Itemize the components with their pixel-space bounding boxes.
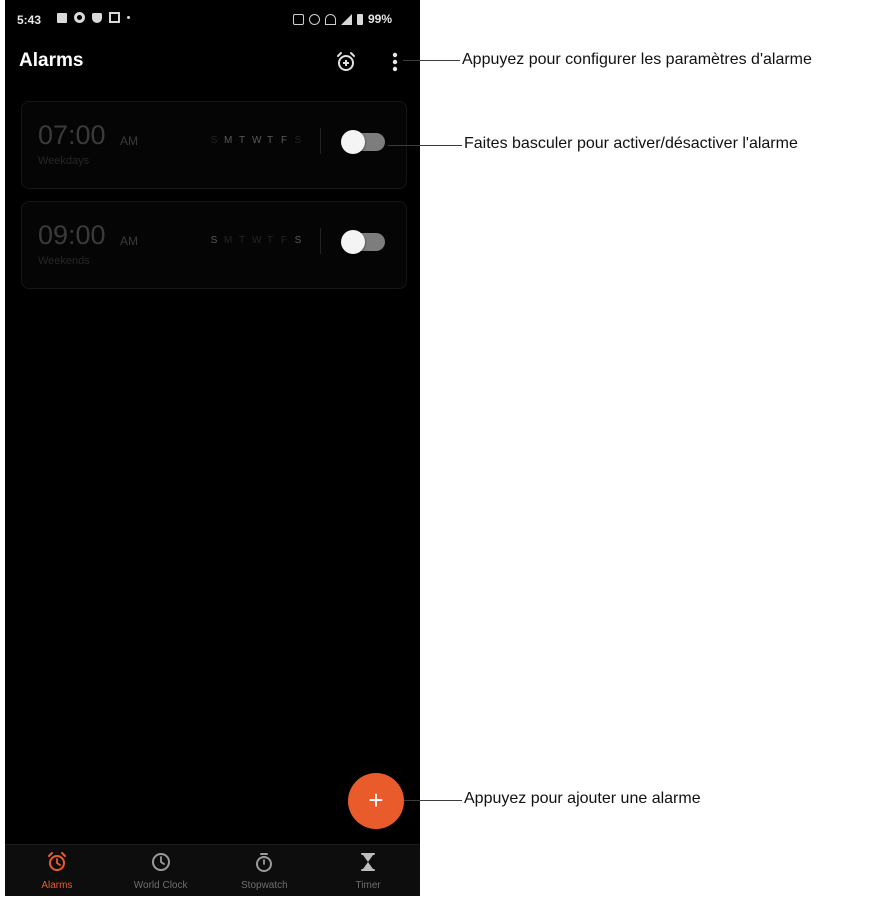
phone-screen: 5:43 99% Alarms 07:00 AM Weekdays S M T … — [5, 0, 420, 896]
alarm-label: Weekdays — [38, 155, 90, 167]
alarm-settings-icon — [337, 52, 355, 71]
nav-label: Stopwatch — [241, 880, 288, 891]
day-sunday: S — [210, 135, 218, 146]
stopwatch-icon — [256, 853, 273, 872]
callout-line-add — [404, 800, 462, 801]
day-sunday: S — [210, 235, 218, 246]
nav-item-stopwatch[interactable]: Stopwatch — [213, 845, 317, 896]
battery-icon — [356, 13, 363, 25]
day-wednesday: W — [252, 135, 262, 146]
clock-icon — [151, 853, 170, 871]
day-saturday: S — [294, 235, 302, 246]
alarm-toggle[interactable] — [341, 230, 387, 254]
card-divider — [320, 128, 321, 154]
more-options-button[interactable] — [387, 50, 403, 74]
more-vert-icon — [392, 52, 398, 72]
alarm-settings-button[interactable] — [334, 50, 358, 74]
callout-toggle: Faites basculer pour activer/désactiver … — [464, 135, 798, 152]
status-bar: 5:43 99% — [5, 0, 420, 40]
alarm-toggle[interactable] — [341, 130, 387, 154]
day-thursday: T — [266, 235, 274, 246]
nav-item-world-clock[interactable]: World Clock — [109, 845, 213, 896]
day-saturday: S — [294, 135, 302, 146]
dot-icon — [127, 16, 130, 19]
alarm-ampm: AM — [120, 234, 138, 248]
signal-icon — [340, 13, 352, 25]
day-tuesday: T — [238, 135, 246, 146]
callout-line-settings — [403, 60, 460, 61]
callout-settings: Appuyez pour configurer les paramètres d… — [462, 51, 812, 68]
nav-label: World Clock — [133, 880, 188, 891]
page-title: Alarms — [19, 50, 84, 71]
status-left-icons — [57, 12, 130, 23]
day-friday: F — [280, 135, 288, 146]
nav-label: Timer — [355, 880, 381, 891]
alarm-days: S M T W T F S — [210, 235, 302, 246]
photo-icon — [109, 12, 120, 23]
card-divider — [320, 228, 321, 254]
callout-line-toggle — [388, 145, 462, 146]
wifi-icon — [324, 13, 336, 25]
day-wednesday: W — [252, 235, 262, 246]
alarm-time: 09:00 — [38, 220, 106, 250]
vibrate-icon — [308, 13, 320, 25]
day-friday: F — [280, 235, 288, 246]
message-icon — [57, 12, 67, 23]
bottom-nav: Alarms World Clock Stopwatch Timer — [5, 844, 420, 896]
nav-item-timer[interactable]: Timer — [316, 845, 420, 896]
alarm-ampm: AM — [120, 134, 138, 148]
callout-add: Appuyez pour ajouter une alarme — [464, 790, 701, 807]
alarm-label: Weekends — [38, 255, 90, 267]
battery-percent: 99% — [367, 12, 392, 26]
settings-icon — [74, 12, 85, 23]
nav-item-alarms[interactable]: Alarms — [5, 845, 109, 896]
day-monday: M — [224, 135, 233, 146]
add-alarm-button[interactable]: + — [348, 773, 404, 829]
hourglass-icon — [361, 853, 376, 871]
day-monday: M — [224, 235, 233, 246]
toggle-thumb — [341, 130, 365, 154]
toggle-thumb — [341, 230, 365, 254]
app-bar: Alarms — [5, 44, 420, 84]
nav-label: Alarms — [41, 880, 73, 891]
day-thursday: T — [266, 135, 274, 146]
shield-icon — [92, 12, 102, 23]
alarm-time: 07:00 — [38, 120, 106, 150]
status-right-icons: 99% — [292, 12, 392, 26]
alarm-icon — [47, 852, 66, 871]
status-time: 5:43 — [17, 13, 42, 27]
nfc-icon — [292, 13, 304, 25]
plus-icon: + — [368, 785, 384, 815]
day-tuesday: T — [238, 235, 246, 246]
alarm-card[interactable]: 09:00 AM Weekends S M T W T F S — [21, 201, 407, 289]
alarm-days: S M T W T F S — [210, 135, 302, 146]
alarm-card[interactable]: 07:00 AM Weekdays S M T W T F S — [21, 101, 407, 189]
